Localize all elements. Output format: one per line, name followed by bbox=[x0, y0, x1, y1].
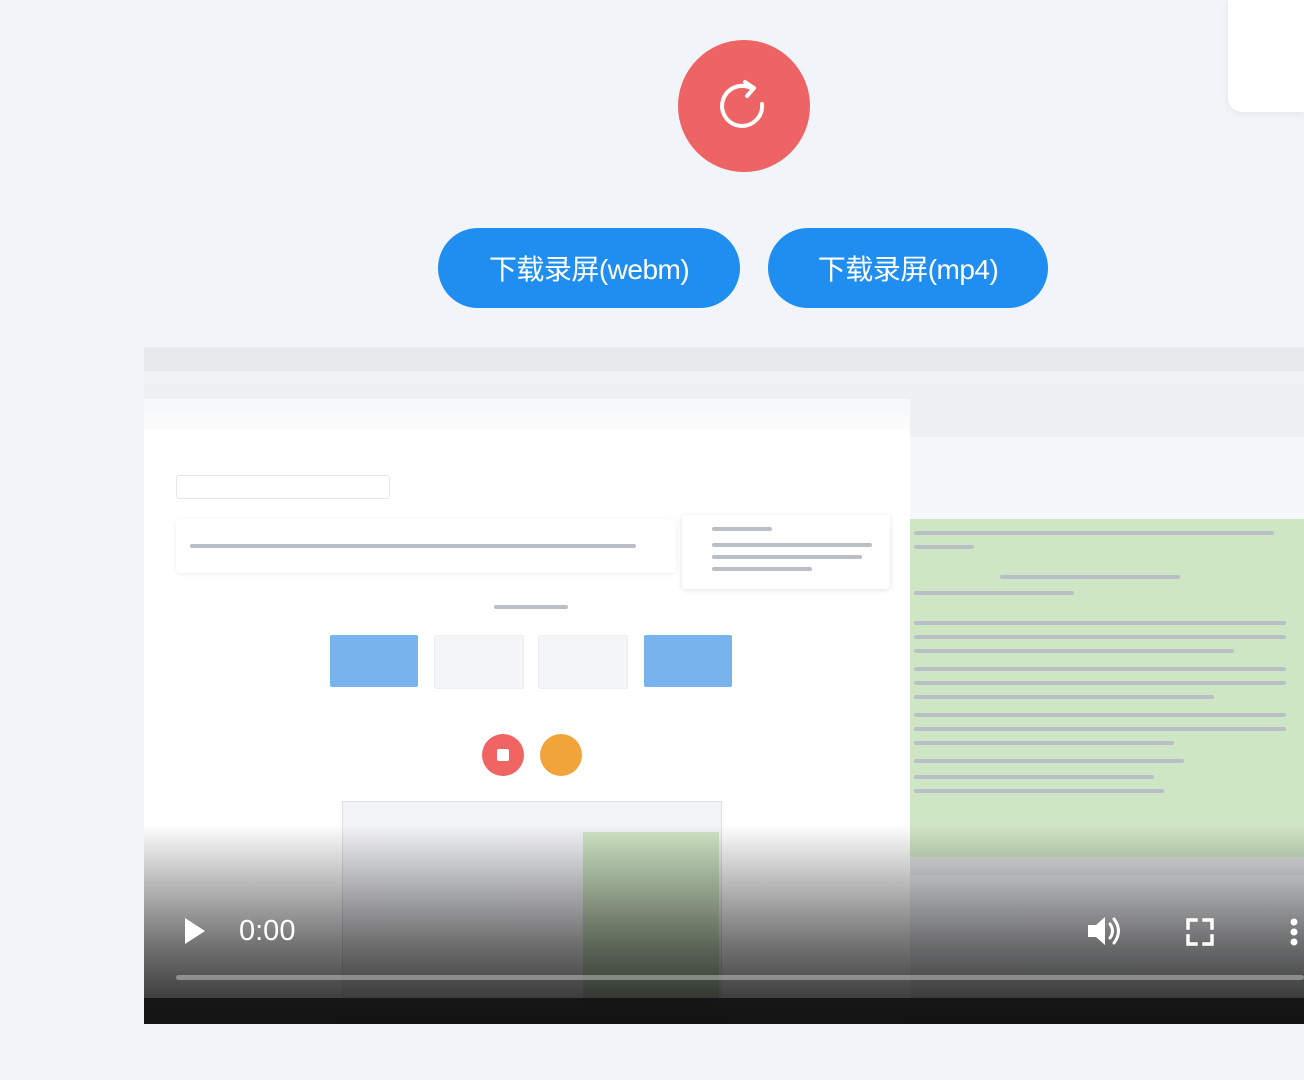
recorded-search-box bbox=[176, 475, 390, 499]
recorded-browser-titlebar bbox=[144, 347, 1304, 371]
progress-bar[interactable] bbox=[176, 975, 1304, 980]
recorded-document-page bbox=[910, 519, 1304, 857]
recorded-mode-audio bbox=[434, 635, 524, 689]
recorded-stop-button bbox=[482, 734, 524, 776]
recorded-browser-addressbar bbox=[144, 371, 1304, 383]
recorded-heading bbox=[494, 605, 568, 609]
download-webm-button[interactable]: 下载录屏(webm) bbox=[438, 228, 740, 308]
play-button[interactable] bbox=[174, 911, 214, 951]
volume-button[interactable] bbox=[1082, 909, 1126, 953]
fullscreen-icon bbox=[1186, 918, 1214, 946]
recorded-notice-card bbox=[176, 519, 676, 573]
reload-button[interactable] bbox=[678, 40, 810, 172]
current-time: 0:00 bbox=[239, 915, 296, 947]
controls-gradient bbox=[144, 824, 1304, 1024]
recorded-pause-button bbox=[540, 734, 582, 776]
recorded-mode-mic bbox=[644, 635, 732, 687]
more-vertical-icon bbox=[1290, 918, 1298, 946]
recorded-taskbar bbox=[144, 998, 1304, 1024]
recorded-mode-screen bbox=[330, 635, 418, 687]
recorded-document-ribbon bbox=[910, 437, 1304, 520]
fullscreen-button[interactable] bbox=[1180, 912, 1220, 952]
download-mp4-button[interactable]: 下载录屏(mp4) bbox=[768, 228, 1048, 308]
volume-icon bbox=[1088, 917, 1120, 945]
screen-recording-video[interactable]: 0:00 bbox=[144, 347, 1304, 1024]
reload-icon bbox=[720, 80, 765, 128]
side-panel-card bbox=[1228, 0, 1304, 112]
recorded-bookmarks-bar bbox=[144, 415, 910, 429]
recorded-url-bar bbox=[144, 399, 910, 416]
recorded-tab-strip bbox=[144, 383, 910, 399]
recorded-mode-camera bbox=[538, 635, 628, 689]
play-icon bbox=[185, 918, 205, 944]
more-options-button[interactable] bbox=[1284, 912, 1304, 952]
recorded-popup bbox=[682, 515, 890, 589]
